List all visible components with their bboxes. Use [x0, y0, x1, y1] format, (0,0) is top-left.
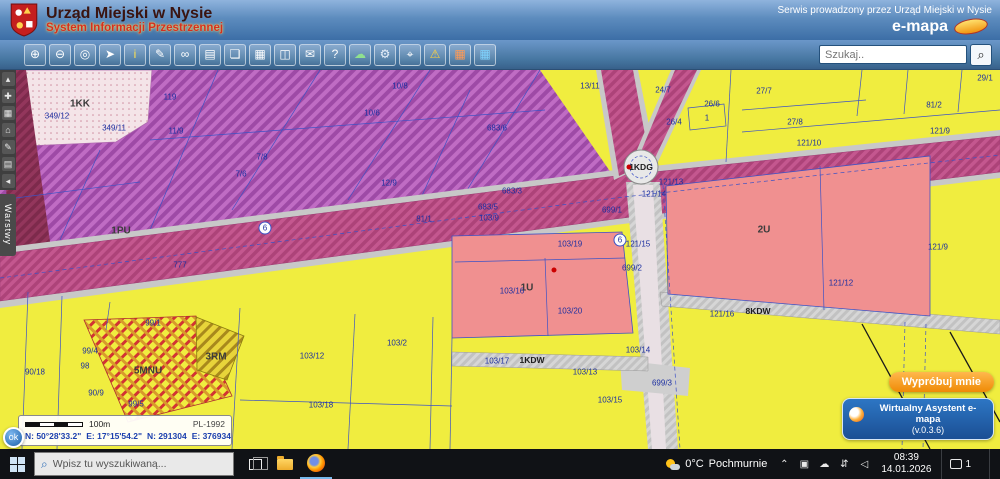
app-header: Urząd Miejski w Nysie System Informacji … [0, 0, 1000, 40]
settings-button[interactable]: ⚙ [374, 43, 396, 66]
coord-lat: N: 50°28'33.2" [25, 431, 82, 441]
weather-widget[interactable]: 0°C Pochmurnie [666, 458, 767, 470]
select-arrow-button[interactable]: ➤ [99, 43, 121, 66]
network-icon[interactable]: ⇵ [837, 459, 851, 470]
coord-easting: E: 376934 [191, 431, 231, 441]
cadastral-map-canvas[interactable] [0, 70, 1000, 449]
layer-visibility-tool[interactable]: ▦ [1, 106, 15, 120]
weather-temp: 0°C [685, 458, 704, 470]
point-marker [626, 164, 632, 170]
print-tool[interactable]: ▤ [1, 157, 15, 171]
try-me-button[interactable]: Wypróbuj mnie [888, 372, 994, 392]
pan-up-tool[interactable]: ▴ [1, 72, 15, 86]
windows-logo-icon [9, 456, 25, 472]
link-button[interactable]: ∞ [174, 43, 196, 66]
action-center-button[interactable]: 1 [941, 449, 979, 479]
zoom-out-button[interactable]: ⊖ [49, 43, 71, 66]
layers-panel-tab[interactable]: Warstwy [0, 194, 16, 256]
geosystem-logo-icon [952, 16, 990, 37]
measure-tool[interactable]: ✎ [1, 140, 15, 154]
taskbar-search[interactable]: ⌕ Wpisz tu wyszukiwaną... [34, 452, 234, 476]
page-title: Urząd Miejski w Nysie [46, 4, 213, 22]
scale-label: 100m [89, 419, 111, 429]
weather-desc: Pochmurnie [708, 458, 768, 470]
weather-icon [666, 458, 681, 470]
map-toolbar: ⊕⊖◎➤i✎∞▤❏▦◫✉?☁⚙⌖⚠▦▦ ⌕ [0, 40, 1000, 70]
scale-bar [25, 421, 83, 427]
zoom-in-button[interactable]: ⊕ [24, 43, 46, 66]
zoom-extent-button[interactable]: ◎ [74, 43, 96, 66]
page-subtitle: System Informacji Przestrzennej [46, 22, 224, 35]
folder-icon [277, 455, 293, 470]
zone-1u [451, 231, 634, 339]
notification-icon [950, 459, 963, 469]
coord-northing: N: 291304 [147, 431, 187, 441]
firefox-button[interactable] [300, 449, 332, 479]
help-button[interactable]: ? [324, 43, 346, 66]
clock-time: 08:39 [893, 451, 919, 463]
themes-button[interactable]: ▦ [474, 43, 496, 66]
nysa-coat-of-arms [10, 3, 38, 37]
taskbar-search-placeholder: Wpisz tu wyszukiwaną... [52, 458, 167, 470]
task-view-button[interactable] [240, 449, 270, 479]
emapa-brand: e-mapa [891, 17, 948, 35]
coordinates-panel: 100m PL-1992 N: 50°28'33.2" E: 17°15'54.… [18, 415, 232, 446]
search-input[interactable] [819, 45, 967, 64]
assistant-version: (v.0.3.6) [911, 425, 945, 435]
zoom-slider-tool[interactable]: ✚ [1, 89, 15, 103]
home-view-tool[interactable]: ⌂ [1, 123, 15, 137]
attributes-table-button[interactable]: ▦ [249, 43, 271, 66]
firefox-icon [307, 454, 325, 472]
search-button[interactable]: ⌕ [970, 43, 992, 66]
service-note: Serwis prowadzony przez Urząd Miejski w … [777, 4, 992, 16]
assistant-title: Wirtualny Asystent e-mapa [879, 403, 977, 425]
virtual-assistant-button[interactable]: Wirtualny Asystent e-mapa (v.0.3.6) [842, 398, 994, 440]
defender-icon[interactable]: ▣ [797, 459, 811, 470]
crs-label: PL-1992 [192, 419, 225, 429]
onedrive-icon[interactable]: ☁ [817, 459, 831, 470]
ok-chat-button[interactable]: ok [3, 427, 24, 448]
dual-map-button[interactable]: ◫ [274, 43, 296, 66]
comment-button[interactable]: ✉ [299, 43, 321, 66]
measure-button[interactable]: ✎ [149, 43, 171, 66]
notification-count: 1 [965, 458, 971, 470]
clock-date: 14.01.2026 [881, 464, 932, 475]
windows-taskbar: ⌕ Wpisz tu wyszukiwaną... 0°C Pochmurnie… [0, 449, 1000, 479]
coord-lon: E: 17°15'54.2" [86, 431, 142, 441]
file-explorer-button[interactable] [270, 449, 300, 479]
layers-button[interactable]: ❏ [224, 43, 246, 66]
volume-icon[interactable]: ◁ [857, 459, 871, 470]
task-view-icon [248, 456, 268, 470]
collapse-panel-tool[interactable]: ◂ [1, 174, 15, 188]
assistant-icon [849, 407, 864, 422]
taskbar-clock[interactable]: 08:39 14.01.2026 [881, 452, 931, 477]
print-button[interactable]: ▤ [199, 43, 221, 66]
point-marker [551, 267, 557, 273]
show-desktop-button[interactable] [989, 449, 994, 479]
taskbar-search-icon: ⌕ [41, 456, 48, 471]
map-viewport[interactable]: 1KK 349/12 349/11 119 11/9 10/8 10/6 7/8 7/6 12/9… [0, 70, 1000, 449]
alerts-button[interactable]: ⚠ [424, 43, 446, 66]
tray-expand-icon[interactable]: ⌃ [777, 459, 791, 470]
sync-cloud-button[interactable]: ☁ [349, 43, 371, 66]
legend-button[interactable]: ▦ [449, 43, 471, 66]
start-button[interactable] [0, 449, 34, 479]
search-area-button[interactable]: ⌖ [399, 43, 421, 66]
info-button[interactable]: i [124, 43, 146, 66]
left-tool-rail: ▴ ✚ ▦ ⌂ ✎ ▤ ◂ Warstwy [0, 70, 16, 256]
